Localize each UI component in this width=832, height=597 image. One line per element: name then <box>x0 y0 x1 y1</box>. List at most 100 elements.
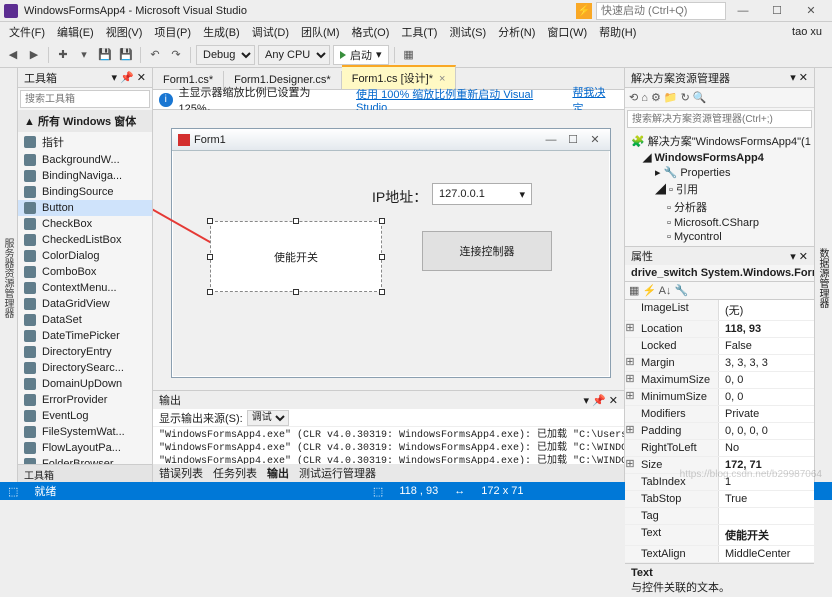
solution-toolbar[interactable]: ⟲ ⌂ ⚙ 📁 ↻ 🔍 <box>625 88 814 108</box>
toolbox-item[interactable]: BindingNaviga... <box>18 168 152 184</box>
form-close-icon[interactable]: ✕ <box>586 133 604 146</box>
form-max-icon[interactable]: ☐ <box>564 133 582 146</box>
form-min-icon[interactable]: — <box>542 134 560 146</box>
project-node: ◢ WindowsFormsApp4 <box>627 150 812 165</box>
toolbox-search[interactable] <box>20 90 150 108</box>
quick-launch-input[interactable] <box>596 2 726 20</box>
toolbox-item[interactable]: EventLog <box>18 408 152 424</box>
vs-logo-icon <box>4 4 18 18</box>
menu-window[interactable]: 窗口(W) <box>542 22 592 42</box>
prop-row[interactable]: ImageList(无) <box>625 300 814 321</box>
menu-edit[interactable]: 编辑(E) <box>52 22 99 42</box>
properties-panel: 属性▾ ✕ drive_switch System.Windows.Forms.… <box>625 247 814 597</box>
close-button[interactable]: ✕ <box>794 1 828 21</box>
toolbox-item[interactable]: DirectorySearc... <box>18 360 152 376</box>
prop-row[interactable]: Text使能开关 <box>625 525 814 546</box>
menu-analyze[interactable]: 分析(N) <box>493 22 540 42</box>
data-sources-rail[interactable]: 数据源管理器 <box>814 68 832 482</box>
toolbox-pin-icon[interactable]: ▾ 📌 ✕ <box>111 71 146 84</box>
toolbox-item[interactable]: BackgroundW... <box>18 152 152 168</box>
tab-errors[interactable]: 错误列表 <box>159 465 203 481</box>
toolbox-item[interactable]: FolderBrowser... <box>18 456 152 464</box>
toolbox-category[interactable]: ▲ 所有 Windows 窗体 <box>18 110 152 132</box>
solution-tree[interactable]: 🧩 解决方案"WindowsFormsApp4"(1 ◢ WindowsForm… <box>625 130 814 246</box>
output-text[interactable]: "WindowsFormsApp4.exe" (CLR v4.0.30319: … <box>153 427 624 464</box>
user-name[interactable]: tao xu <box>787 24 828 40</box>
form-designer[interactable]: Form1 — ☐ ✕ IP地址： 127.0.0.1▾ 使能开关 连接 <box>153 110 624 390</box>
output-title: 输出 <box>159 392 181 408</box>
config-select[interactable]: Debug <box>196 45 255 65</box>
open-icon[interactable]: ▾ <box>75 46 93 64</box>
saveall-icon[interactable]: 💾 <box>117 46 135 64</box>
tab-output[interactable]: 输出 <box>267 465 289 481</box>
toolbox-item[interactable]: FlowLayoutPa... <box>18 440 152 456</box>
output-source-select[interactable]: 调试 <box>247 410 289 426</box>
prop-row[interactable]: ⊞MaximumSize0, 0 <box>625 372 814 389</box>
solution-root: 🧩 解决方案"WindowsFormsApp4"(1 <box>627 132 812 150</box>
toolbox-item[interactable]: ContextMenu... <box>18 280 152 296</box>
prop-row[interactable]: LockedFalse <box>625 338 814 355</box>
maximize-button[interactable]: ☐ <box>760 1 794 21</box>
toolbox-item[interactable]: DirectoryEntry <box>18 344 152 360</box>
nav-fwd-icon[interactable]: ▶ <box>25 46 43 64</box>
toolbox-item[interactable]: Button <box>18 200 152 216</box>
properties-toolbar[interactable]: ▦ ⚡ A↓ 🔧 <box>625 282 814 300</box>
ip-combobox[interactable]: 127.0.0.1▾ <box>432 183 532 205</box>
prop-row[interactable]: ⊞MinimumSize0, 0 <box>625 389 814 406</box>
toolbox-item[interactable]: DataGridView <box>18 296 152 312</box>
properties-selected[interactable]: drive_switch System.Windows.Forms.L <box>625 265 814 282</box>
server-explorer-rail[interactable]: 服务器资源管理器 <box>0 68 18 482</box>
toolbox-item[interactable]: DateTimePicker <box>18 328 152 344</box>
prop-row[interactable]: RightToLeftNo <box>625 440 814 457</box>
redo-icon[interactable]: ↷ <box>167 46 185 64</box>
undo-icon[interactable]: ↶ <box>146 46 164 64</box>
toolbox-item[interactable]: DomainUpDown <box>18 376 152 392</box>
prop-row[interactable]: ⊞Location118, 93 <box>625 321 814 338</box>
prop-row[interactable]: TextAlignMiddleCenter <box>625 546 814 563</box>
status-size: 172 x 71 <box>481 485 523 497</box>
prop-row[interactable]: Tag <box>625 508 814 525</box>
status-position: 118 , 93 <box>399 485 438 497</box>
toolbox-item[interactable]: DataSet <box>18 312 152 328</box>
properties-grid[interactable]: ImageList(无)⊞Location118, 93LockedFalse⊞… <box>625 300 814 563</box>
connect-button[interactable]: 连接控制器 <box>422 231 552 271</box>
form1-window[interactable]: Form1 — ☐ ✕ IP地址： 127.0.0.1▾ 使能开关 连接 <box>171 128 611 378</box>
start-button[interactable]: 启动▾ <box>333 45 389 65</box>
output-pin-icon[interactable]: ▾ 📌 ✕ <box>583 394 618 407</box>
menu-tools[interactable]: 工具(T) <box>396 22 442 42</box>
menu-test[interactable]: 测试(S) <box>444 22 491 42</box>
menu-project[interactable]: 项目(P) <box>149 22 196 42</box>
window-title: WindowsFormsApp4 - Microsoft Visual Stud… <box>24 5 247 17</box>
menu-debug[interactable]: 调试(D) <box>247 22 294 42</box>
tab-tasks[interactable]: 任务列表 <box>213 465 257 481</box>
nav-back-icon[interactable]: ◀ <box>4 46 22 64</box>
align-icon[interactable]: ▦ <box>400 46 418 64</box>
menu-build[interactable]: 生成(B) <box>198 22 245 42</box>
toolbox-item[interactable]: BindingSource <box>18 184 152 200</box>
toolbox-item[interactable]: ErrorProvider <box>18 392 152 408</box>
prop-row[interactable]: ModifiersPrivate <box>625 406 814 423</box>
menu-format[interactable]: 格式(O) <box>347 22 395 42</box>
toolbox-item[interactable]: ColorDialog <box>18 248 152 264</box>
toolbox-title: 工具箱 <box>24 70 57 86</box>
toolbox-item[interactable]: CheckBox <box>18 216 152 232</box>
solution-search[interactable] <box>627 110 812 128</box>
menu-view[interactable]: 视图(V) <box>101 22 148 42</box>
notifications-icon[interactable]: ⚡ <box>576 3 592 19</box>
platform-select[interactable]: Any CPU <box>258 45 330 65</box>
save-icon[interactable]: 💾 <box>96 46 114 64</box>
drive-switch-control[interactable]: 使能开关 <box>210 221 382 292</box>
menu-file[interactable]: 文件(F) <box>4 22 50 42</box>
toolbox-item[interactable]: ComboBox <box>18 264 152 280</box>
minimize-button[interactable]: — <box>726 1 760 21</box>
prop-row[interactable]: ⊞Margin3, 3, 3, 3 <box>625 355 814 372</box>
tab-close-icon[interactable]: × <box>439 73 445 85</box>
toolbox-item[interactable]: FileSystemWat... <box>18 424 152 440</box>
toolbox-item[interactable]: CheckedListBox <box>18 232 152 248</box>
prop-row[interactable]: ⊞Padding0, 0, 0, 0 <box>625 423 814 440</box>
tab-testrun[interactable]: 测试运行管理器 <box>299 465 376 481</box>
toolbox-item[interactable]: 指针 <box>18 132 152 152</box>
new-icon[interactable]: ✚ <box>54 46 72 64</box>
menu-help[interactable]: 帮助(H) <box>594 22 641 42</box>
menu-team[interactable]: 团队(M) <box>296 22 345 42</box>
